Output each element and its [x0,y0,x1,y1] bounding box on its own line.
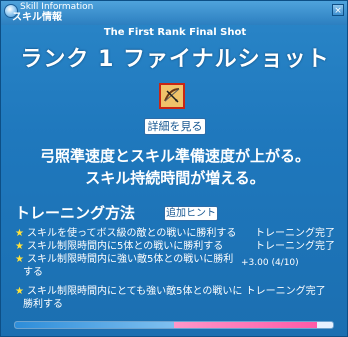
experience-bar-pink [174,322,318,328]
title-bar[interactable]: Skill Information スキル情報 × [1,1,347,25]
training-row: ★ スキル制限時間内にとても強い敵5体との戦いに トレーニング完了 [15,286,326,298]
window-title-en: Skill Information [20,2,94,12]
star-icon: ★ [15,228,24,239]
training-method-title: トレーニング方法 [15,204,136,222]
training-row: ★ スキル制限時間内に強い敵5体との戦いに勝利 [15,254,233,266]
bow-arrow-icon [159,83,185,109]
training-row-continuation: 勝利する [23,299,63,311]
description-line-1: 弓照準速度とスキル準備速度が上がる。 [39,147,310,165]
training-text: する [23,267,43,278]
detail-button[interactable]: 詳細を見る [144,118,206,135]
star-icon: ★ [15,254,24,265]
training-text: スキル制限時間内にとても強い敵5体との戦いに トレーニング完了 [26,286,326,297]
extra-hint-button[interactable]: 追加ヒント [164,206,218,221]
training-status: トレーニング完了 [255,241,335,252]
description-line-2: スキル持続時間が増える。 [85,169,265,187]
window-title-jp: スキル情報 [12,12,62,23]
training-text: 勝利する [23,299,63,310]
training-progress: +3.00 (4/10) [241,258,299,268]
training-row-continuation: する [23,267,43,279]
skill-name-jp: ランク 1 ファイナルショット [20,47,330,72]
training-text: スキル制限時間内に5体との戦いに勝利する [26,241,224,252]
close-button[interactable]: × [332,4,344,16]
experience-bar [14,321,334,329]
star-icon: ★ [15,286,24,297]
training-status: トレーニング完了 [255,228,335,239]
experience-bar-fill [15,322,174,328]
training-text: スキルを使ってボス級の敵との戦いに勝利する [26,228,237,239]
training-text: スキル制限時間内に強い敵5体との戦いに勝利 [26,254,234,265]
training-row: ★ スキルを使ってボス級の敵との戦いに勝利する トレーニング完了 [15,228,335,240]
training-row: ★ スキル制限時間内に5体との戦いに勝利する トレーニング完了 [15,241,335,253]
skill-info-window: Skill Information スキル情報 × The First Rank… [0,0,348,337]
skill-description: 弓照準速度とスキル準備速度が上がる。 スキル持続時間が増える。 [1,145,348,189]
skill-name-en: The First Rank Final Shot [103,27,247,38]
star-icon: ★ [15,241,24,252]
